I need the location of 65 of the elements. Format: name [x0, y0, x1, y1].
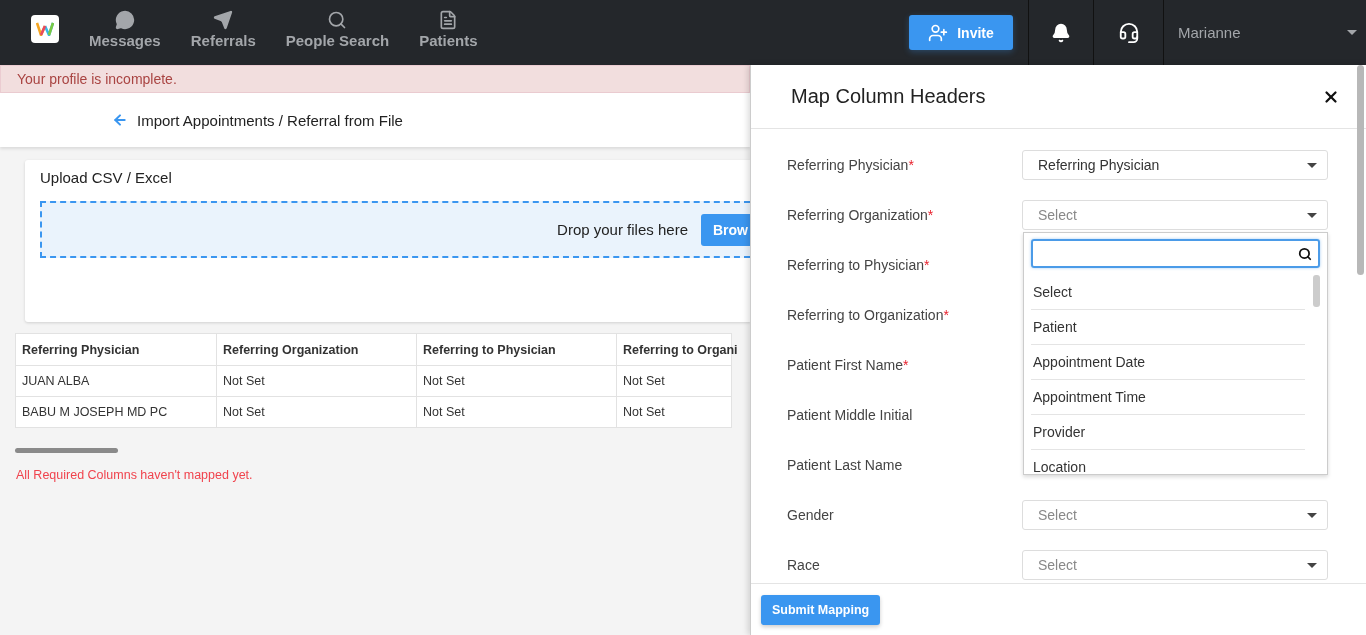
nav-item[interactable]: Messages	[89, 0, 161, 65]
column-header: Referring to Physician	[416, 334, 616, 365]
required-mark: *	[943, 307, 949, 323]
drawer-title: Map Column Headers	[791, 85, 986, 108]
headset-icon[interactable]	[1117, 21, 1140, 44]
select-field[interactable]: Select	[1022, 500, 1328, 530]
table-cell-text: BABU M JOSEPH MD PC	[21, 404, 169, 421]
nav-item[interactable]: Referrals	[190, 0, 256, 65]
required-mark: *	[923, 257, 930, 273]
table-cell: Not Set	[416, 397, 616, 427]
bell-icon[interactable]	[1051, 22, 1071, 43]
card-title: Upload CSV / Excel	[40, 169, 173, 186]
dropdown-option[interactable]: Select	[1031, 275, 1305, 310]
search-field[interactable]	[1031, 239, 1320, 268]
field-label: Gender	[787, 507, 835, 523]
field-label: Referring to Organization*	[787, 307, 950, 323]
caret-icon	[1307, 512, 1317, 518]
user-name: Marianne	[1178, 24, 1242, 41]
add-user-icon	[928, 22, 949, 43]
required-mark: *	[902, 357, 909, 373]
nav-item[interactable]: People Search	[285, 0, 390, 65]
error-message: All Required Columns haven't mapped yet.	[16, 468, 254, 482]
vertical-scrollbar[interactable]	[1357, 65, 1364, 275]
field-label: Referring Physician*	[787, 157, 915, 173]
drop-zone[interactable]: Drop your files here Brow	[40, 201, 750, 258]
search-icon	[327, 10, 348, 30]
dropdown-option[interactable]: Provider	[1031, 415, 1305, 450]
chat-bubble-icon	[114, 10, 135, 30]
horizontal-scrollbar[interactable]	[15, 448, 118, 453]
drop-text: Drop your files here	[557, 221, 688, 238]
required-mark: *	[908, 157, 914, 173]
dropdown-option[interactable]: Patient	[1031, 310, 1305, 345]
field-label: Patient Last Name	[787, 457, 904, 473]
field-label: Patient First Name*	[787, 357, 910, 373]
select-field[interactable]: Select	[1022, 550, 1328, 580]
table-cell: Not Set	[216, 366, 416, 396]
table-cell: Not Set	[216, 397, 416, 427]
table-cell: Not Set	[416, 366, 616, 396]
logo-icon	[36, 22, 54, 36]
field-label: Patient Middle Initial	[787, 407, 914, 423]
table-cell: Not Set	[616, 366, 733, 396]
document-icon	[438, 10, 459, 30]
field-label: Referring to Physician*	[787, 257, 931, 273]
column-header: Referring Organization	[216, 334, 416, 365]
caret-icon	[1347, 30, 1357, 35]
caret-icon	[1307, 212, 1317, 218]
nav-item[interactable]: Patients	[419, 0, 478, 65]
caret-icon	[1307, 562, 1317, 568]
page-title: Import Appointments / Referral from File	[137, 111, 403, 129]
dropdown-option[interactable]: Location	[1031, 450, 1305, 474]
field-label: Race	[787, 557, 821, 573]
table-cell: Not Set	[616, 397, 733, 427]
paper-plane-icon	[213, 10, 234, 30]
caret-icon	[1307, 162, 1317, 168]
dropdown-option[interactable]: Appointment Time	[1031, 380, 1305, 415]
dropdown-option[interactable]: Appointment Date	[1031, 345, 1305, 380]
select-field[interactable]: Referring Physician	[1022, 150, 1328, 180]
app-logo[interactable]	[31, 15, 59, 43]
field-label: Referring Organization*	[787, 207, 935, 223]
required-mark: *	[927, 207, 934, 223]
list-scrollbar[interactable]	[1313, 275, 1320, 307]
profile-alert: Your profile is incomplete.	[0, 65, 750, 93]
search-icon	[1298, 246, 1312, 261]
column-header: Referring Physician	[21, 341, 141, 359]
table-cell-text: JUAN ALBA	[21, 373, 91, 390]
